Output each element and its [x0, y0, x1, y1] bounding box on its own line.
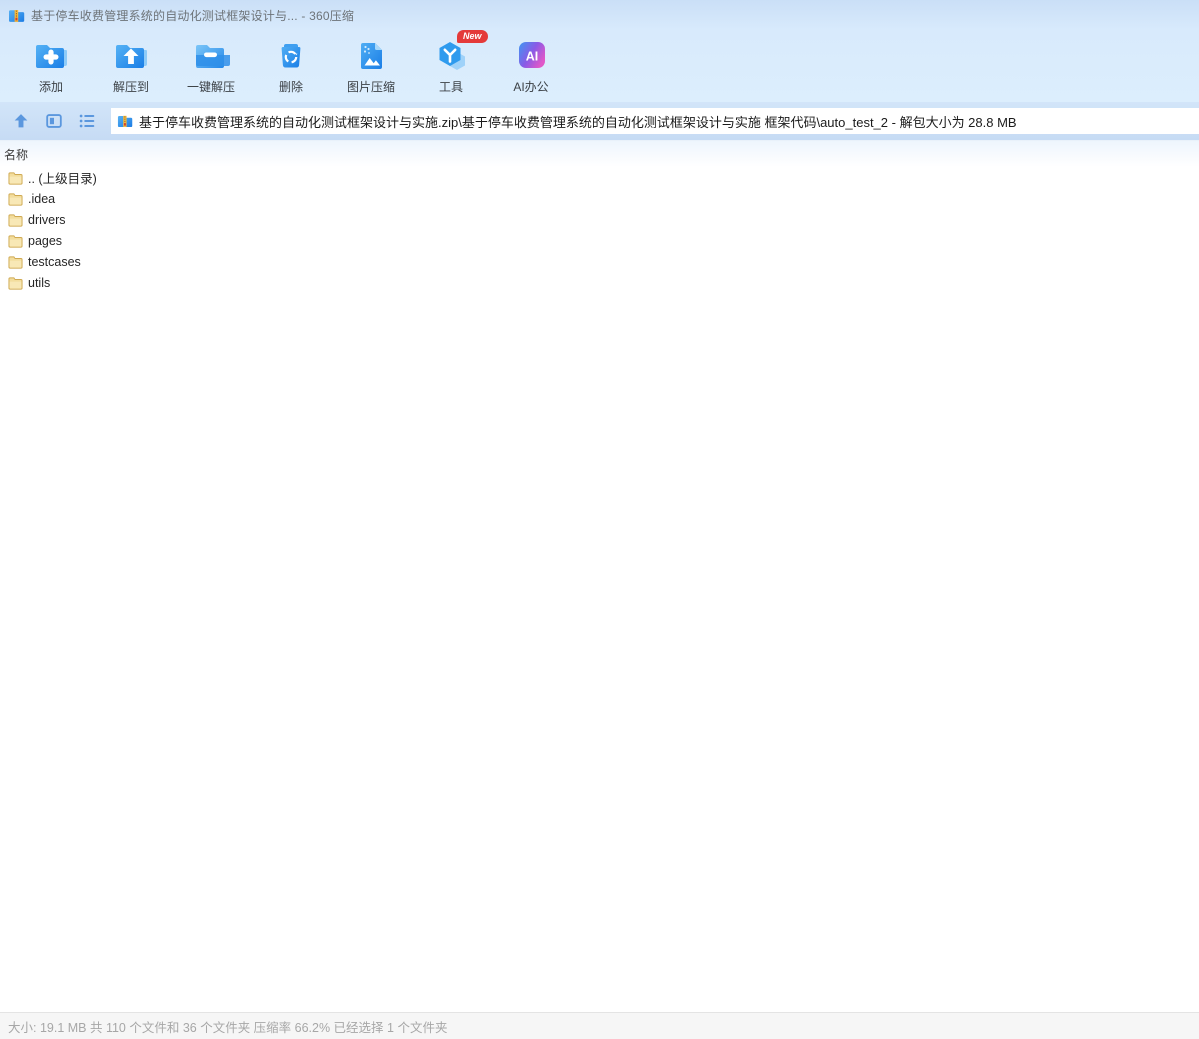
file-row[interactable]: pages	[0, 230, 1199, 251]
toolbar-button-label: 解压到	[112, 80, 149, 94]
file-row[interactable]: testcases	[0, 251, 1199, 272]
toolbar-button-tools[interactable]: 工具 New	[411, 30, 491, 96]
file-name: testcases	[28, 254, 81, 269]
toolbar-button-image-compress[interactable]: 图片压缩	[331, 30, 411, 96]
folder-icon	[8, 171, 23, 185]
detail-view-icon[interactable]	[42, 109, 66, 133]
toolbar-button-add-archive[interactable]: 添加	[11, 30, 91, 96]
folder-icon	[8, 276, 23, 290]
image-compress-icon	[351, 36, 391, 76]
address-path: 基于停车收费管理系统的自动化测试框架设计与实施.zip\基于停车收费管理系统的自…	[139, 114, 1017, 130]
toolbar-button-label: 添加	[38, 80, 63, 94]
list-header[interactable]: 名称	[0, 140, 1199, 167]
file-name: pages	[28, 233, 63, 248]
toolbar-button-one-click-extract[interactable]: 一键解压	[171, 30, 251, 96]
toolbar-button-label: 工具	[438, 80, 463, 94]
navigation-bar: 基于停车收费管理系统的自动化测试框架设计与实施.zip\基于停车收费管理系统的自…	[0, 102, 1199, 140]
toolbar-button-delete[interactable]: 删除	[251, 30, 331, 96]
up-icon[interactable]	[9, 109, 33, 133]
toolbar-button-ai-office[interactable]: AI AI办公	[491, 30, 571, 96]
file-row[interactable]: utils	[0, 272, 1199, 293]
toolbar: 添加 解压到 一键解压 删除 图片压缩 工具 New AI AI办公	[0, 30, 1199, 102]
title-bar: 基于停车收费管理系统的自动化测试框架设计与... - 360压缩	[0, 0, 1199, 30]
add-archive-icon	[31, 36, 71, 76]
file-name: .. (上级目录)	[28, 172, 97, 186]
file-row[interactable]: drivers	[0, 209, 1199, 230]
folder-icon	[8, 234, 23, 248]
file-name: .idea	[28, 191, 56, 206]
zip-archive-icon	[117, 113, 133, 129]
toolbar-button-extract-to[interactable]: 解压到	[91, 30, 171, 96]
status-bar: 大小: 19.1 MB 共 110 个文件和 36 个文件夹 压缩率 66.2%…	[0, 1012, 1199, 1039]
toolbar-button-label: AI办公	[513, 80, 549, 94]
toolbar-button-label: 图片压缩	[346, 80, 395, 94]
delete-icon	[271, 36, 311, 76]
one-click-extract-icon	[191, 36, 231, 76]
folder-icon	[8, 213, 23, 227]
file-row[interactable]: .idea	[0, 188, 1199, 209]
file-name: utils	[28, 275, 51, 290]
new-badge: New	[457, 30, 488, 43]
column-name-label: 名称	[4, 147, 29, 162]
status-text: 大小: 19.1 MB 共 110 个文件和 36 个文件夹 压缩率 66.2%…	[8, 1020, 448, 1035]
list-view-icon[interactable]	[75, 109, 99, 133]
folder-icon	[8, 255, 23, 269]
svg-text:AI: AI	[526, 50, 539, 64]
folder-icon	[8, 192, 23, 206]
address-bar[interactable]: 基于停车收费管理系统的自动化测试框架设计与实施.zip\基于停车收费管理系统的自…	[111, 108, 1199, 134]
window-title: 基于停车收费管理系统的自动化测试框架设计与... - 360压缩	[31, 8, 355, 23]
file-name: drivers	[28, 212, 66, 227]
toolbar-button-label: 删除	[278, 80, 303, 94]
ai-office-icon: AI	[511, 36, 551, 76]
app-window: 基于停车收费管理系统的自动化测试框架设计与... - 360压缩 添加 解压到 一键…	[0, 0, 1199, 1039]
file-list: .. (上级目录) .idea drivers pages testcases utils	[0, 167, 1199, 1012]
toolbar-button-label: 一键解压	[186, 80, 235, 94]
file-row[interactable]: .. (上级目录)	[0, 167, 1199, 188]
extract-to-icon	[111, 36, 151, 76]
zip-archive-icon	[8, 7, 25, 24]
